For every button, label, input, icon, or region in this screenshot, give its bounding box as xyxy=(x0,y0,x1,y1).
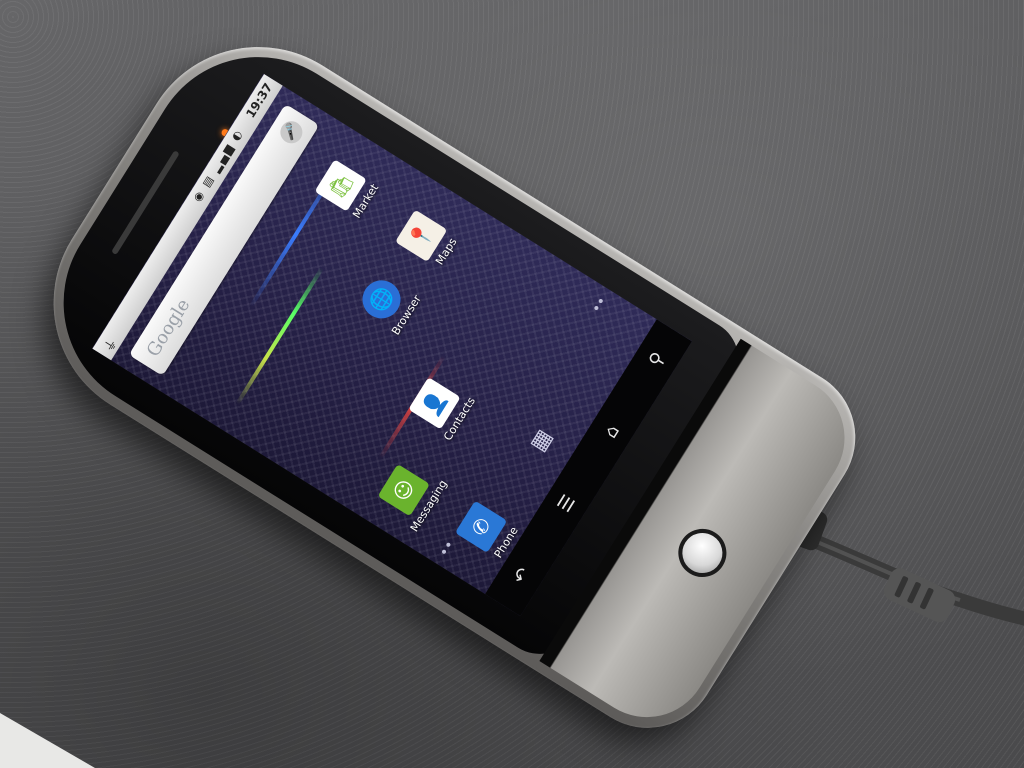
home-key-icon[interactable]: ⌂ xyxy=(595,413,629,450)
back-key-icon[interactable]: ↶ xyxy=(505,557,539,594)
trackball-button[interactable] xyxy=(669,519,736,587)
usb-icon: ⏚ xyxy=(101,336,121,356)
app-market[interactable]: 🛍 Market xyxy=(306,145,390,234)
search-widget-brand: Google xyxy=(142,294,194,361)
mic-icon[interactable]: 🎤 xyxy=(275,116,307,148)
page-indicator-right[interactable]: •• xyxy=(588,294,610,316)
wallpaper-streak xyxy=(235,266,324,405)
menu-key-icon[interactable]: ☰ xyxy=(550,485,584,522)
app-contacts[interactable]: 👤 Contacts xyxy=(399,363,483,452)
grid-icon: ▦ xyxy=(524,424,557,456)
app-messaging[interactable]: ☺ Messaging xyxy=(369,450,453,539)
search-key-icon[interactable]: ⚲ xyxy=(640,341,674,378)
